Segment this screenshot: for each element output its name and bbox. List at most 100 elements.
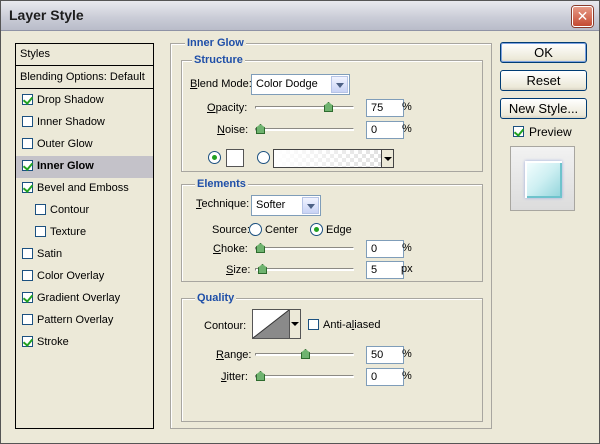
solid-color-radio[interactable] xyxy=(208,151,221,164)
style-item-label: Inner Glow xyxy=(37,160,94,172)
choke-label: Choke: xyxy=(213,243,248,255)
opacity-input[interactable]: 75 xyxy=(366,99,404,117)
style-checkbox[interactable] xyxy=(35,204,46,215)
title-bar: Layer Style ✕ xyxy=(1,1,599,31)
noise-label: Noise: xyxy=(217,124,249,136)
preview-checkbox[interactable] xyxy=(513,126,524,137)
style-checkbox[interactable] xyxy=(22,336,33,347)
size-slider[interactable] xyxy=(255,264,354,274)
choke-slider[interactable] xyxy=(255,243,354,253)
size-slider-thumb[interactable] xyxy=(258,264,267,274)
contour-curve-icon xyxy=(252,309,290,339)
gradient-preview xyxy=(274,150,393,167)
noise-slider[interactable] xyxy=(255,124,354,134)
style-item-drop-shadow[interactable]: Drop Shadow xyxy=(16,90,153,112)
range-label: Range: xyxy=(216,349,252,361)
gradient-picker[interactable] xyxy=(273,149,394,168)
jitter-input[interactable]: 0 xyxy=(366,368,404,386)
technique-value: Softer xyxy=(256,199,286,211)
style-item-pattern-overlay[interactable]: Pattern Overlay xyxy=(16,310,153,332)
ok-button[interactable]: OK xyxy=(500,42,587,63)
styles-header[interactable]: Styles xyxy=(16,44,153,66)
jitter-slider-thumb[interactable] xyxy=(256,371,265,381)
style-item-label: Texture xyxy=(50,226,87,238)
reset-button[interactable]: Reset xyxy=(500,70,587,91)
style-checkbox[interactable] xyxy=(22,314,33,325)
style-item-label: Inner Shadow xyxy=(37,116,105,128)
style-checkbox[interactable] xyxy=(35,226,46,237)
style-item-label: Stroke xyxy=(37,336,69,348)
blend-mode-select[interactable]: Color Dodge xyxy=(251,74,350,95)
gradient-radio[interactable] xyxy=(257,151,270,164)
style-item-satin[interactable]: Satin xyxy=(16,244,153,266)
structure-group: Structure Blend Mode: Color Dodge Opacit… xyxy=(181,54,483,172)
chevron-down-icon[interactable] xyxy=(290,309,301,339)
style-item-outer-glow[interactable]: Outer Glow xyxy=(16,134,153,156)
style-checkbox[interactable] xyxy=(22,248,33,259)
chevron-down-icon[interactable] xyxy=(381,150,393,167)
layer-style-dialog: Layer Style ✕ Styles Blending Options: D… xyxy=(0,0,600,444)
opacity-slider-thumb[interactable] xyxy=(324,102,333,112)
new-style-button[interactable]: New Style... xyxy=(500,98,587,119)
chevron-down-icon xyxy=(331,76,348,93)
range-slider-thumb[interactable] xyxy=(301,349,310,359)
style-item-inner-glow[interactable]: Inner Glow xyxy=(16,156,153,178)
quality-legend: Quality xyxy=(195,292,237,304)
choke-input[interactable]: 0 xyxy=(366,240,404,258)
close-icon[interactable]: ✕ xyxy=(572,6,593,27)
technique-select[interactable]: Softer xyxy=(251,195,321,216)
choke-unit: % xyxy=(402,242,412,254)
window-title: Layer Style xyxy=(9,7,84,23)
contour-label: Contour: xyxy=(204,320,247,332)
style-item-label: Gradient Overlay xyxy=(37,292,121,304)
glow-color-swatch[interactable] xyxy=(226,149,244,167)
style-checkbox[interactable] xyxy=(22,138,33,149)
style-checkbox[interactable] xyxy=(22,116,33,127)
style-checkbox[interactable] xyxy=(22,292,33,303)
style-checkbox[interactable] xyxy=(22,270,33,281)
preview-label[interactable]: Preview xyxy=(529,125,572,139)
range-slider[interactable] xyxy=(255,349,354,359)
noise-slider-thumb[interactable] xyxy=(256,124,265,134)
style-checkbox[interactable] xyxy=(22,160,33,171)
blend-mode-label: Blend Mode: xyxy=(190,78,252,90)
size-label: Size: xyxy=(226,264,251,276)
style-item-stroke[interactable]: Stroke xyxy=(16,332,153,354)
blending-options-item[interactable]: Blending Options: Default xyxy=(16,67,153,89)
jitter-slider[interactable] xyxy=(255,371,354,381)
choke-slider-thumb[interactable] xyxy=(256,243,265,253)
source-center-radio[interactable] xyxy=(249,223,262,236)
size-input[interactable]: 5 xyxy=(366,261,404,279)
style-item-bevel-and-emboss[interactable]: Bevel and Emboss xyxy=(16,178,153,200)
noise-unit: % xyxy=(402,123,412,135)
range-input[interactable]: 50 xyxy=(366,346,404,364)
source-edge-label[interactable]: Edge xyxy=(326,224,352,236)
source-center-label[interactable]: Center xyxy=(265,224,298,236)
style-preview-swatch xyxy=(525,161,562,198)
noise-input[interactable]: 0 xyxy=(366,121,404,139)
style-item-gradient-overlay[interactable]: Gradient Overlay xyxy=(16,288,153,310)
style-item-label: Bevel and Emboss xyxy=(37,182,129,194)
style-item-label: Color Overlay xyxy=(37,270,105,282)
anti-aliased-label[interactable]: Anti-aliased xyxy=(323,319,381,331)
quality-group: Quality Contour: Anti-aliased Range: 50 … xyxy=(181,292,483,422)
style-item-texture[interactable]: Texture xyxy=(16,222,153,244)
contour-picker[interactable] xyxy=(252,309,290,339)
style-item-contour[interactable]: Contour xyxy=(16,200,153,222)
style-item-label: Pattern Overlay xyxy=(37,314,114,326)
structure-legend: Structure xyxy=(192,54,245,66)
source-edge-radio[interactable] xyxy=(310,223,323,236)
chevron-down-icon xyxy=(302,197,319,214)
inner-glow-panel: Inner Glow Structure Blend Mode: Color D… xyxy=(170,37,492,429)
anti-aliased-checkbox[interactable] xyxy=(308,319,319,330)
technique-label: Technique: xyxy=(196,198,250,210)
opacity-slider[interactable] xyxy=(255,102,354,112)
style-checkbox[interactable] xyxy=(22,182,33,193)
style-checkbox[interactable] xyxy=(22,94,33,105)
opacity-label: Opacity: xyxy=(207,102,248,114)
jitter-unit: % xyxy=(402,370,412,382)
opacity-unit: % xyxy=(402,101,412,113)
panel-title: Inner Glow xyxy=(185,37,246,49)
style-item-color-overlay[interactable]: Color Overlay xyxy=(16,266,153,288)
style-item-inner-shadow[interactable]: Inner Shadow xyxy=(16,112,153,134)
